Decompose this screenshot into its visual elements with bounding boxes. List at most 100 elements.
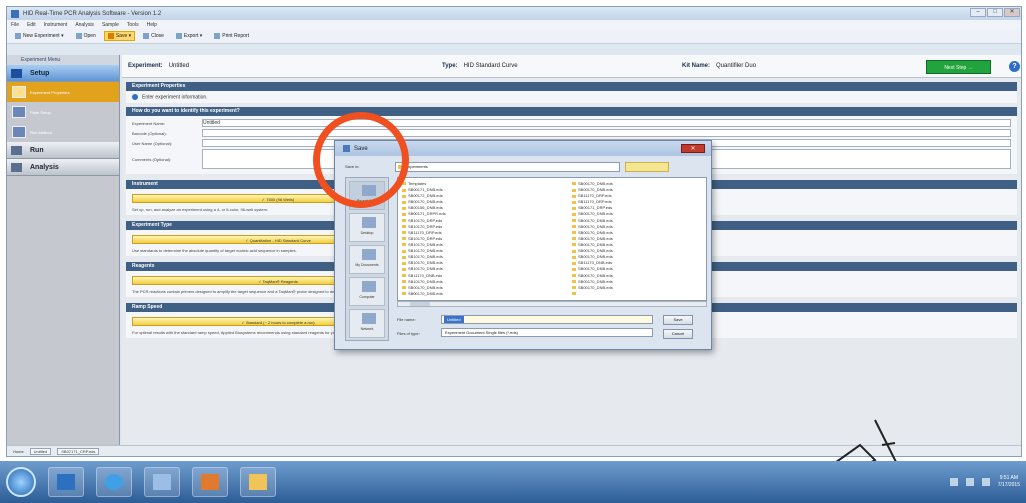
close-button[interactable]: Close xyxy=(139,31,168,41)
folder-tools[interactable] xyxy=(625,162,669,172)
files-icon xyxy=(249,474,267,490)
volume-icon[interactable] xyxy=(965,478,974,486)
properties-icon xyxy=(12,86,26,98)
info-icon xyxy=(132,94,138,100)
run-label: Run xyxy=(30,146,44,154)
taskbar-files[interactable] xyxy=(240,467,276,497)
menu-help[interactable]: Help xyxy=(147,22,157,28)
user-name-label: User Name (Optional): xyxy=(132,140,173,146)
open-label: Open xyxy=(83,33,96,39)
open-button[interactable]: Open xyxy=(72,31,100,41)
kit-value: Quantifiler Duo xyxy=(716,63,757,69)
file-list[interactable]: Templates SB00170_DNB.eds SB00171_DNB.eds S… xyxy=(397,177,707,301)
highlight-circle xyxy=(313,112,409,208)
home-tab[interactable]: Home xyxy=(13,449,24,454)
file-type-select[interactable]: Experiment Document Single files (*.eds) xyxy=(441,328,653,337)
close-window-button[interactable]: ✕ xyxy=(1004,8,1020,17)
explorer-icon xyxy=(57,474,75,490)
new-experiment-label: New Experiment ▾ xyxy=(23,33,64,39)
title-bar: HID Real-Time PCR Analysis Software - Ve… xyxy=(7,7,1021,20)
new-experiment-button[interactable]: New Experiment ▾ xyxy=(11,31,68,41)
sidebar-header: Experiment Menu xyxy=(7,55,119,65)
sidebar-item-label: Run Method xyxy=(30,129,52,135)
plate-icon xyxy=(12,106,26,118)
save-dialog-save-button[interactable]: Save xyxy=(663,315,693,325)
file-type-label: Files of type: xyxy=(397,331,420,336)
taskbar-pcr-app[interactable] xyxy=(192,467,228,497)
menu-instrument[interactable]: Instrument xyxy=(44,22,68,28)
section-identify: How do you want to identify this experim… xyxy=(126,107,1017,117)
sidebar-item-run-method[interactable]: Run Method xyxy=(7,122,119,142)
browser-icon xyxy=(105,474,123,490)
menu-edit[interactable]: Edit xyxy=(27,22,36,28)
sidebar-run[interactable]: Run xyxy=(7,142,119,159)
section-experiment-properties: Experiment Properties xyxy=(126,82,1017,91)
menu-sample[interactable]: Sample xyxy=(102,22,119,28)
sidebar-item-label: Experiment Properties xyxy=(30,89,70,95)
sidebar-item-experiment-properties[interactable]: Experiment Properties xyxy=(7,82,119,102)
app-icon xyxy=(11,9,19,18)
export-icon xyxy=(175,33,182,39)
file-item[interactable]: SB00170_DNB.eds xyxy=(402,291,532,297)
experiment-label: Experiment: xyxy=(128,63,163,69)
file-item[interactable] xyxy=(572,291,702,297)
help-icon[interactable]: ? xyxy=(1009,61,1020,72)
kit-name: Kit Name: Quantifiler Duo xyxy=(682,63,756,69)
taskbar-explorer[interactable] xyxy=(48,467,84,497)
experiment-name: Untitled xyxy=(168,63,190,69)
save-in-select[interactable]: experiments xyxy=(395,162,620,172)
minimize-button[interactable]: – xyxy=(970,8,986,17)
file-list-scrollbar[interactable] xyxy=(397,301,707,307)
save-icon xyxy=(107,33,114,39)
window-controls: – □ ✕ xyxy=(970,8,1021,19)
close-icon xyxy=(143,33,150,39)
menu-file[interactable]: File xyxy=(11,22,19,28)
experiment-name-field[interactable]: Untitled xyxy=(202,119,1011,128)
menu-analysis[interactable]: Analysis xyxy=(75,22,94,28)
menu-tools[interactable]: Tools xyxy=(127,22,139,28)
tab-sb07171[interactable]: SB07171_CRP.eds xyxy=(57,447,100,455)
new-experiment-icon xyxy=(15,33,21,39)
clock[interactable]: 9:51 AM 7/17/2015 xyxy=(998,475,1020,489)
export-button[interactable]: Export ▾ xyxy=(172,31,206,41)
status-bar: Home Untitled SB07171_CRP.eds xyxy=(7,445,1021,456)
place-desktop[interactable]: Desktop xyxy=(349,213,385,242)
flag-icon[interactable] xyxy=(981,478,990,486)
experiment-header: Experiment: Untitled Type: HID Standard C… xyxy=(122,55,1021,78)
sidebar-setup[interactable]: Setup xyxy=(7,65,119,82)
sidebar-analysis[interactable]: Analysis xyxy=(7,159,119,176)
place-computer[interactable]: Computer xyxy=(349,277,385,306)
maximize-button[interactable]: □ xyxy=(987,8,1003,17)
save-button[interactable]: Save ▾ xyxy=(103,31,136,41)
print-report-button[interactable]: Print Report xyxy=(210,31,253,41)
place-network[interactable]: Network xyxy=(349,309,385,338)
taskbar-folder[interactable] xyxy=(144,467,180,497)
print-icon xyxy=(214,33,221,39)
file-name-input[interactable]: Untitled xyxy=(441,315,653,324)
clock-time: 9:51 AM xyxy=(999,475,1019,481)
clock-date: 7/17/2015 xyxy=(997,482,1020,488)
properties-hint: Enter experiment information. xyxy=(142,94,208,101)
setup-icon xyxy=(11,68,22,78)
start-button[interactable] xyxy=(6,467,36,497)
taskbar-ie[interactable] xyxy=(96,467,132,497)
place-my-documents[interactable]: My Documents xyxy=(349,245,385,274)
tab-untitled[interactable]: Untitled xyxy=(29,447,52,455)
next-step-button[interactable]: Next Step → xyxy=(926,60,991,74)
analysis-label: Analysis xyxy=(30,163,59,171)
save-label: Save ▾ xyxy=(115,33,132,39)
run-method-icon xyxy=(12,126,26,138)
sidebar-item-plate-setup[interactable]: Plate Setup xyxy=(7,102,119,122)
network-icon[interactable] xyxy=(949,478,958,486)
barcode-label: Barcode (Optional): xyxy=(132,130,167,136)
run-icon xyxy=(11,145,22,155)
open-folder-icon xyxy=(75,33,82,39)
sidebar-item-label: Plate Setup xyxy=(30,109,51,115)
kit-label: Kit Name: xyxy=(682,63,711,69)
type-value: HID Standard Curve xyxy=(463,63,518,69)
save-dialog-cancel-button[interactable]: Cancel xyxy=(663,329,693,339)
folder-icon xyxy=(153,474,171,490)
system-tray: 9:51 AM 7/17/2015 xyxy=(949,467,1020,497)
type-label: Type: xyxy=(442,63,458,69)
dialog-close-button[interactable]: ✕ xyxy=(681,144,705,153)
